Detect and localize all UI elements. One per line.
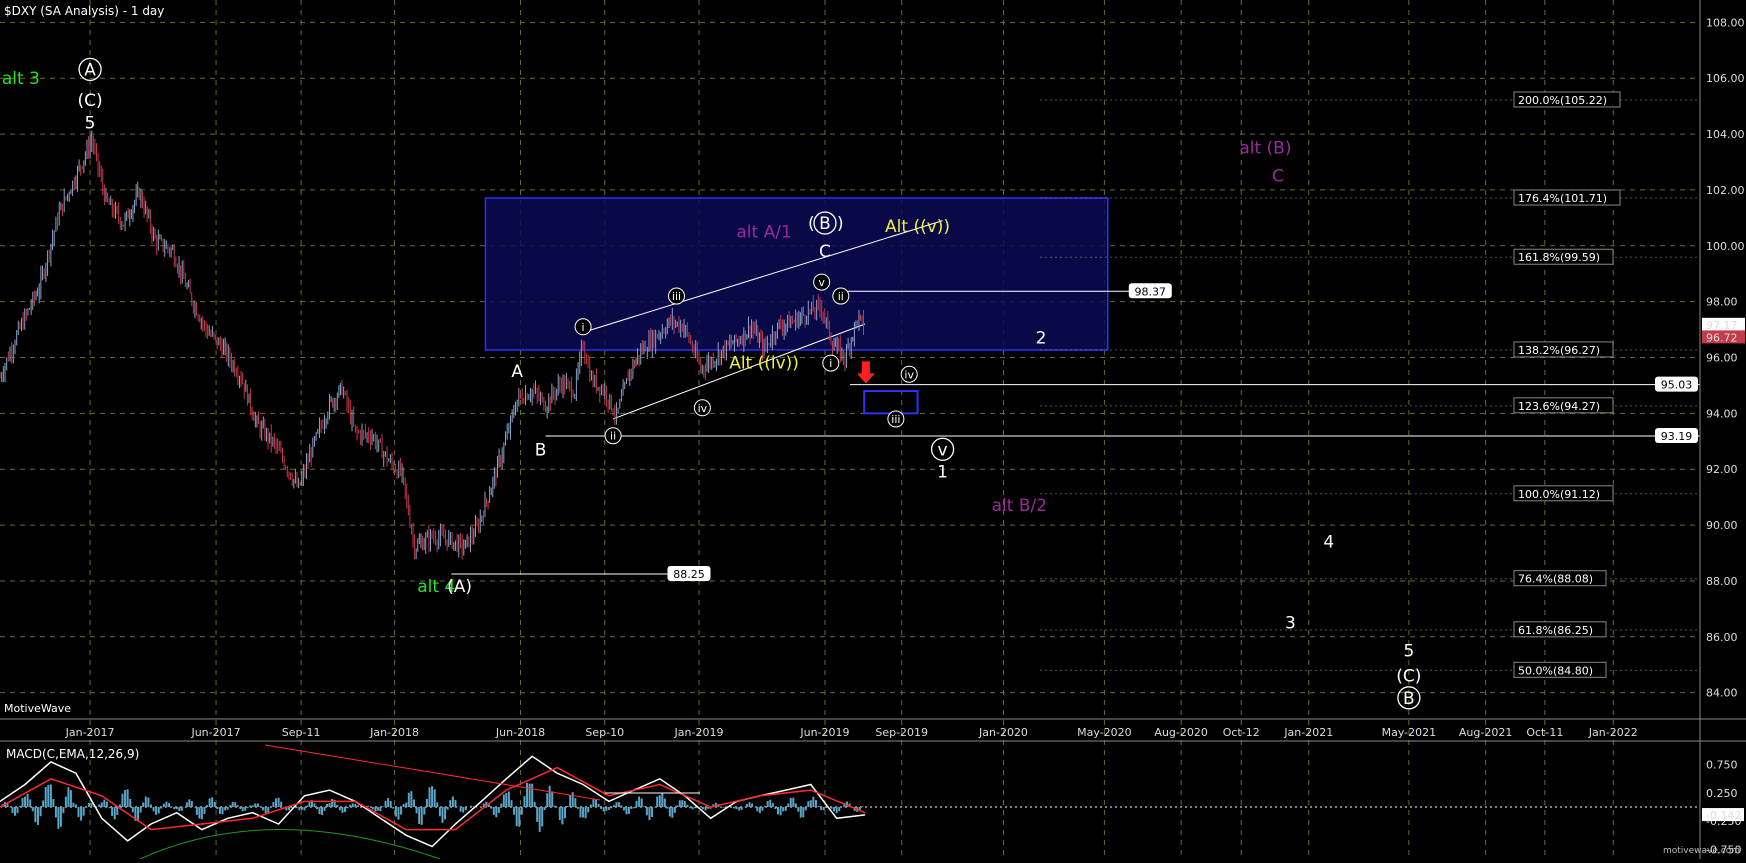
fib-level-label: 176.4%(101.71) xyxy=(1518,192,1607,205)
minor-label: iv xyxy=(904,368,914,381)
y-tick-label: 96.00 xyxy=(1706,352,1738,365)
minor-label: v xyxy=(818,276,825,289)
macd-y-tick-label: 0.250 xyxy=(1706,787,1738,800)
fib-level-label: 50.0%(84.80) xyxy=(1518,664,1593,677)
wave-label-paren: ) xyxy=(837,214,844,234)
wave-label: alt A/1 xyxy=(736,222,791,242)
x-tick-label: May-2020 xyxy=(1077,726,1132,739)
wave-label: A xyxy=(84,60,96,80)
x-tick-label: Sep-10 xyxy=(585,726,624,739)
minor-label: i xyxy=(582,321,585,334)
x-tick-label: May-2021 xyxy=(1382,726,1437,739)
wave-label: Alt ((iv)) xyxy=(729,354,799,374)
level-tag-label: 98.37 xyxy=(1135,285,1167,298)
price-tag-label: 97.17 xyxy=(1706,319,1738,332)
minor-label: iii xyxy=(891,413,900,426)
x-tick-label: Jan-2021 xyxy=(1283,726,1333,739)
wave-label: B xyxy=(1403,689,1415,709)
price-tag-label: 96.72 xyxy=(1706,331,1738,344)
wave-label-paren: ( xyxy=(808,214,815,234)
chart-title: $DXY (SA Analysis) - 1 day xyxy=(4,4,164,18)
level-tag-label: 93.19 xyxy=(1661,430,1693,443)
y-tick-label: 88.00 xyxy=(1706,575,1738,588)
y-tick-label: 84.00 xyxy=(1706,687,1738,700)
x-tick-label: Jan-2017 xyxy=(65,726,115,739)
fib-level-label: 161.8%(99.59) xyxy=(1518,251,1600,264)
y-tick-label: 90.00 xyxy=(1706,519,1738,532)
wave-label: v xyxy=(938,440,948,460)
x-tick-label: Sep-2019 xyxy=(875,726,928,739)
x-tick-label: Jan-2022 xyxy=(1588,726,1638,739)
wave-label: B xyxy=(535,440,547,460)
macd-title: MACD(C,EMA,12,26,9) xyxy=(6,747,139,761)
dxy-chart[interactable]: 200.0%(105.22) 176.4%(101.71) 161.8%(99.59… xyxy=(0,0,1746,860)
wave-label: 5 xyxy=(1403,641,1414,661)
wave-label: A xyxy=(511,362,523,382)
watermark: MotiveWave xyxy=(4,702,71,715)
minor-label: i xyxy=(829,357,832,370)
minor-label: ii xyxy=(610,430,616,443)
fib-level-label: 123.6%(94.27) xyxy=(1518,400,1600,413)
wave-label: 2 xyxy=(1036,329,1047,349)
x-tick-label: Jun-2017 xyxy=(190,726,240,739)
x-tick-label: Oct-12 xyxy=(1223,726,1260,739)
wave-label: 1 xyxy=(937,463,948,483)
y-tick-label: 104.00 xyxy=(1706,128,1745,141)
x-tick-label: Sep-11 xyxy=(282,726,321,739)
x-tick-label: Jan-2018 xyxy=(369,726,419,739)
level-tag-label: 95.03 xyxy=(1661,379,1693,392)
wave-label: alt 3 xyxy=(2,69,40,89)
x-tick-label: Jun-2018 xyxy=(495,726,545,739)
x-tick-label: Aug-2020 xyxy=(1154,726,1207,739)
wave-label: (C) xyxy=(1396,666,1421,686)
x-tick-label: Jun-2019 xyxy=(799,726,849,739)
wave-label: C xyxy=(819,242,831,262)
chart-window: 200.0%(105.22) 176.4%(101.71) 161.8%(99.59… xyxy=(0,0,1746,860)
y-tick-label: 108.00 xyxy=(1706,16,1745,29)
x-tick-label: Jan-2019 xyxy=(674,726,724,739)
fib-level-label: 100.0%(91.12) xyxy=(1518,488,1600,501)
level-tag-label: 88.25 xyxy=(673,568,705,581)
x-tick-label: Oct-11 xyxy=(1526,726,1563,739)
wave-label: 3 xyxy=(1285,613,1296,633)
x-tick-label: Jan-2020 xyxy=(978,726,1028,739)
fib-level-label: 200.0%(105.22) xyxy=(1518,94,1607,107)
y-tick-label: 94.00 xyxy=(1706,407,1738,420)
wave-label: C xyxy=(1272,167,1284,187)
wave-label: alt (B) xyxy=(1239,139,1291,159)
fib-level-label: 138.2%(96.27) xyxy=(1518,344,1600,357)
y-tick-label: 106.00 xyxy=(1706,72,1745,85)
wave-label: (C) xyxy=(78,91,103,111)
wave-label: B xyxy=(819,214,831,234)
wave-label: (A) xyxy=(447,577,472,597)
fib-level-label: 61.8%(86.25) xyxy=(1518,624,1593,637)
minor-label: ii xyxy=(838,290,844,303)
y-tick-label: 92.00 xyxy=(1706,463,1738,476)
minor-label: iii xyxy=(672,290,681,303)
fib-level-label: 76.4%(88.08) xyxy=(1518,573,1593,586)
footer-brand: motivewave.com xyxy=(1663,846,1740,856)
macd-y-tick-label: 0.750 xyxy=(1706,759,1738,772)
wave-label: 5 xyxy=(85,113,96,133)
y-tick-label: 100.00 xyxy=(1706,240,1745,253)
x-tick-label: Aug-2021 xyxy=(1459,726,1512,739)
wave-label: Alt ((v)) xyxy=(885,217,950,237)
minor-label: iv xyxy=(698,402,708,415)
wave-label: 4 xyxy=(1323,532,1334,552)
y-tick-label: 102.00 xyxy=(1706,184,1745,197)
y-tick-label: 98.00 xyxy=(1706,296,1738,309)
wave-label: alt B/2 xyxy=(992,496,1047,516)
macd-value-label: -0.142 xyxy=(1706,809,1741,822)
y-tick-label: 86.00 xyxy=(1706,631,1738,644)
